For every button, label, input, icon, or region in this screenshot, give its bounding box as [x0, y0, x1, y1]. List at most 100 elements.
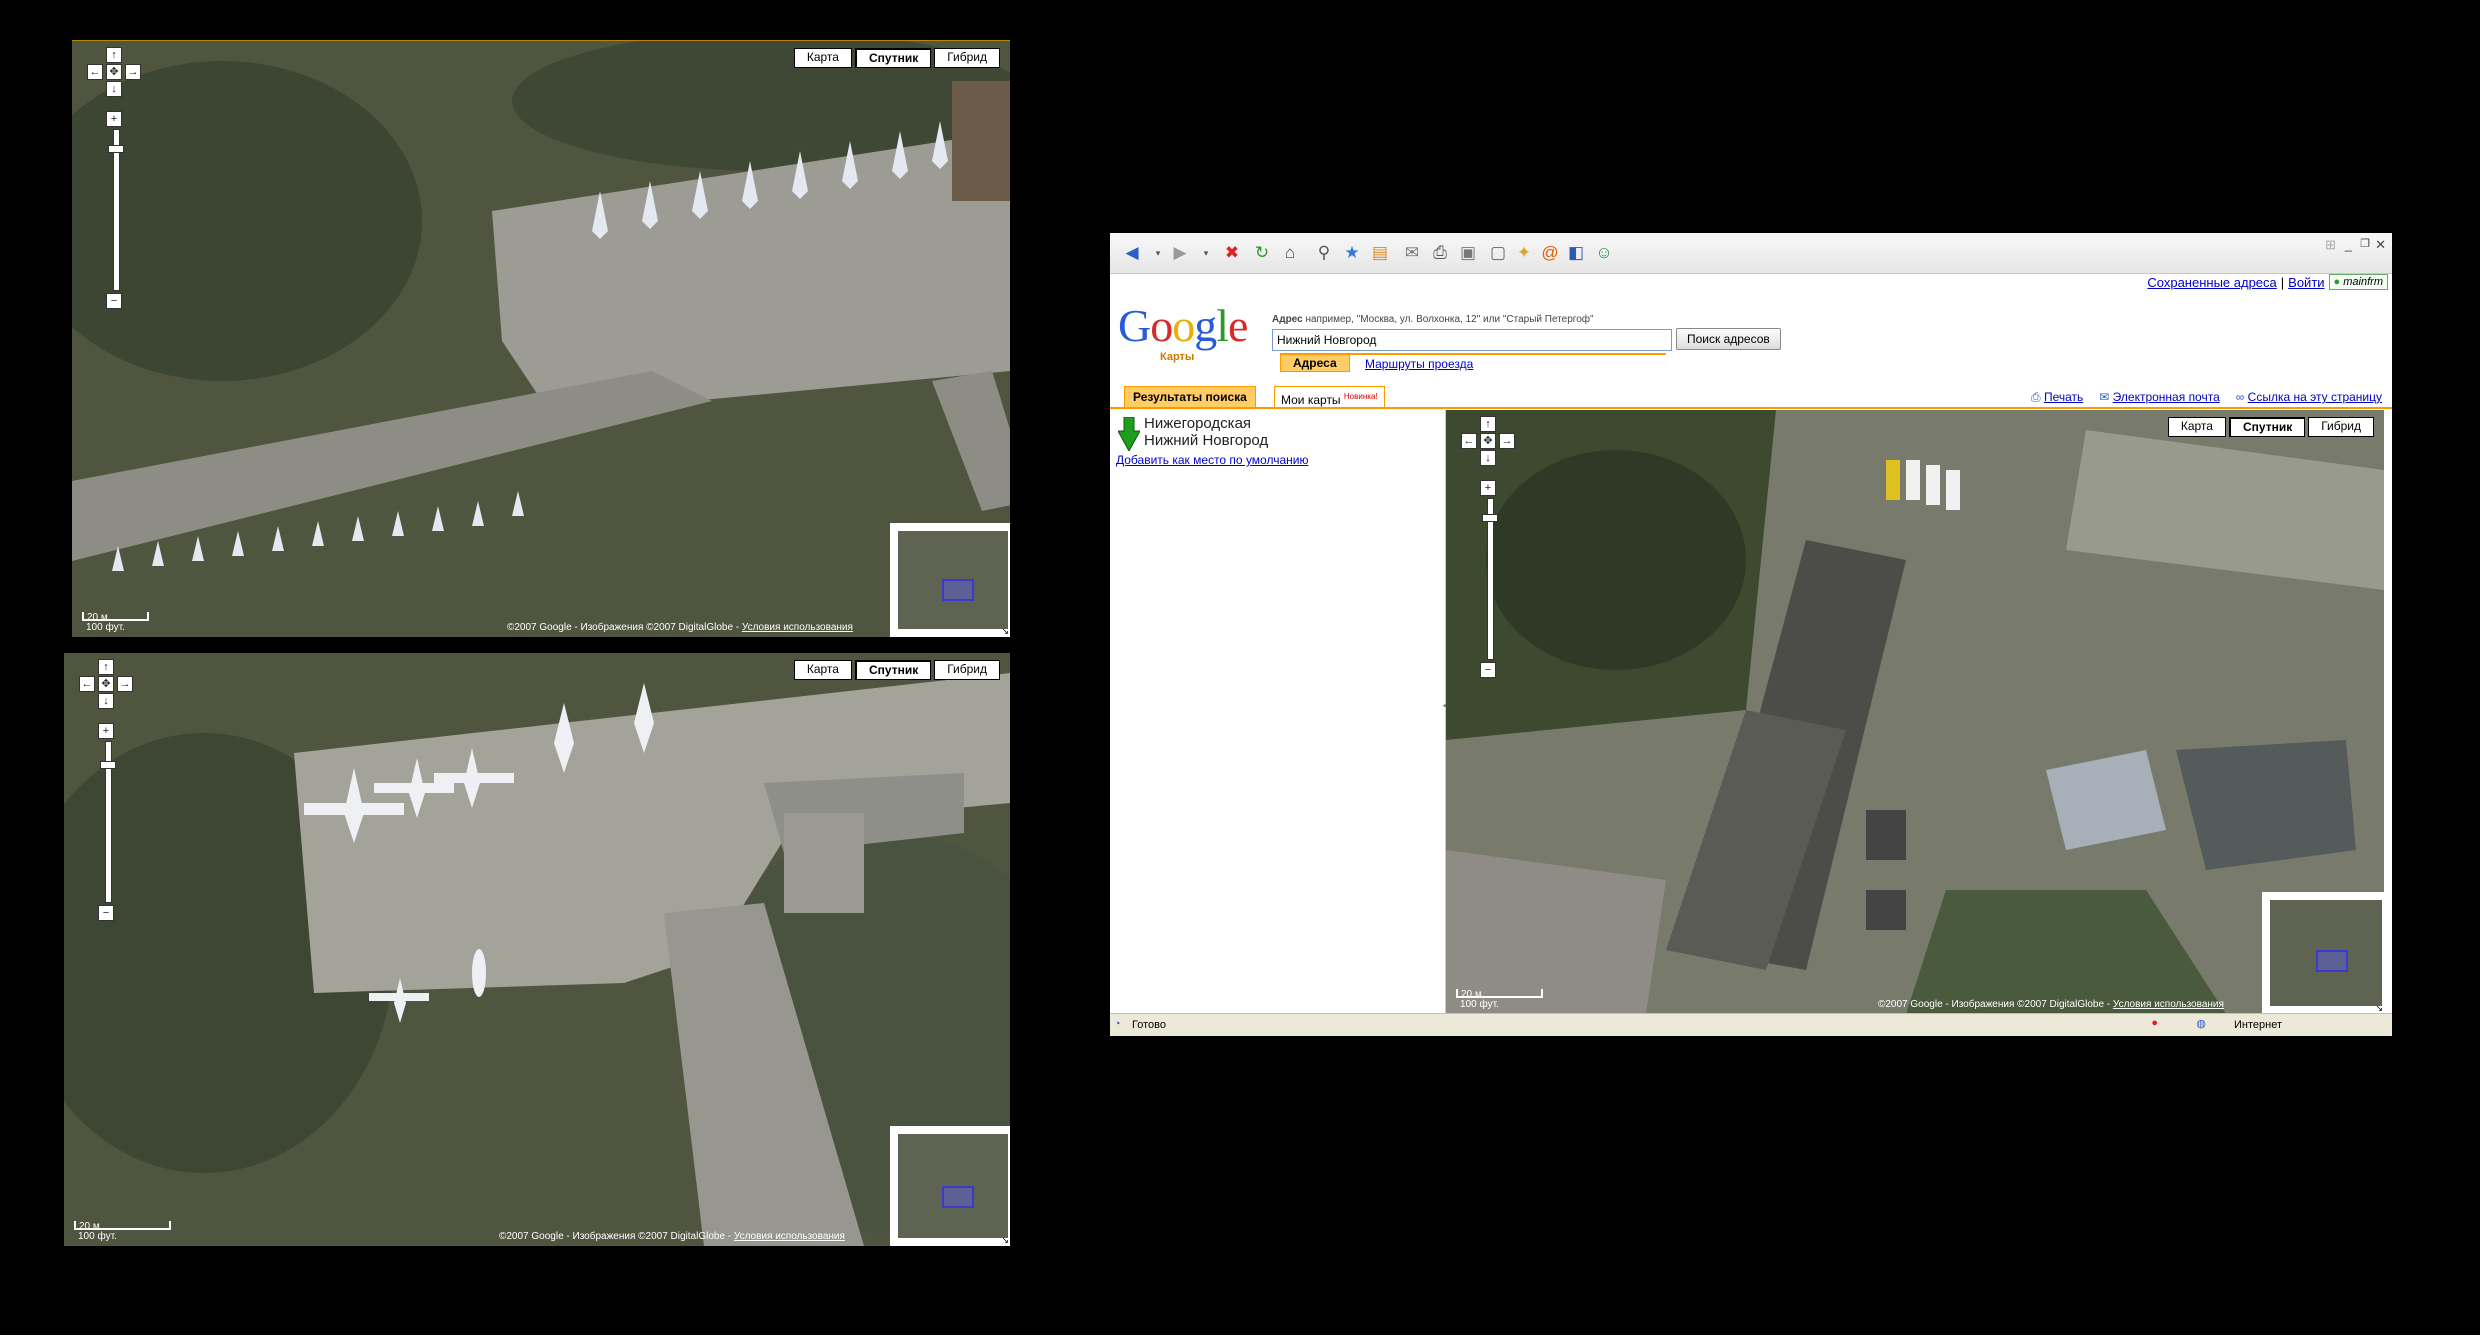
- top-links: Сохраненные адреса | Войти ● mainfrm: [2147, 274, 2388, 290]
- result-item[interactable]: Нижегородская Нижний Новгород: [1144, 415, 1268, 449]
- overview-toggle-icon[interactable]: ↘: [1001, 626, 1009, 637]
- search-icon[interactable]: ⚲: [1312, 241, 1336, 265]
- tab-my-maps[interactable]: Мои карты Новинка!: [1274, 386, 1385, 407]
- tab-search-results[interactable]: Результаты поиска: [1124, 386, 1256, 407]
- zoom-slider-track[interactable]: [113, 129, 120, 291]
- pan-left-icon[interactable]: ←: [79, 676, 95, 692]
- forward-icon[interactable]: ▶: [1168, 241, 1192, 265]
- map-type-map-button[interactable]: Карта: [793, 660, 852, 680]
- search-hint-row: Адрес например, "Москва, ул. Волхонка, 1…: [1272, 314, 1594, 325]
- zoom-in-icon[interactable]: +: [1480, 480, 1496, 496]
- history-icon[interactable]: ▤: [1368, 241, 1392, 265]
- pan-down-icon[interactable]: ↓: [98, 693, 114, 709]
- pan-right-icon[interactable]: →: [117, 676, 133, 692]
- print-action[interactable]: ⎙ Печать: [2031, 390, 2083, 405]
- pan-right-icon[interactable]: →: [125, 64, 141, 80]
- terms-link[interactable]: Условия использования: [742, 622, 853, 633]
- back-icon[interactable]: ◀: [1120, 241, 1144, 265]
- pan-center-icon[interactable]: ✥: [98, 676, 114, 692]
- map-type-map-button[interactable]: Карта: [793, 48, 852, 68]
- overview-viewport[interactable]: [942, 1186, 974, 1208]
- saved-addresses-link[interactable]: Сохраненные адреса: [2147, 275, 2276, 290]
- email-action[interactable]: ✉ Электронная почта: [2099, 390, 2220, 405]
- print-toolbar-icon[interactable]: ⎙: [1428, 241, 1452, 265]
- messenger-icon[interactable]: ☺: [1592, 241, 1616, 265]
- stop-icon[interactable]: ✖: [1220, 241, 1244, 265]
- mainfrm-badge[interactable]: ● mainfrm: [2328, 274, 2388, 290]
- bookmark-icon[interactable]: ✦: [1512, 241, 1536, 265]
- restore-icon[interactable]: ❐: [2360, 237, 2370, 250]
- overview-viewport[interactable]: [2316, 950, 2348, 972]
- new-badge: Новинка!: [1343, 392, 1378, 401]
- edit-icon[interactable]: ▣: [1456, 241, 1480, 265]
- back-dropdown-icon[interactable]: ▾: [1146, 241, 1170, 265]
- map-type-selector: Карта Спутник Гибрид: [2167, 417, 2374, 437]
- map-type-map-button[interactable]: Карта: [2167, 417, 2226, 437]
- pan-up-icon[interactable]: ↑: [1480, 416, 1496, 432]
- search-button[interactable]: Поиск адресов: [1676, 328, 1781, 350]
- at-mail-icon[interactable]: @: [1538, 241, 1562, 265]
- home-icon[interactable]: ⌂: [1278, 241, 1302, 265]
- favorites-icon[interactable]: ★: [1340, 241, 1364, 265]
- browser-toolbar: ◀ ▾ ▶ ▾ ✖ ↻ ⌂ ⚲ ★ ▤ ✉ ⎙ ▣ ▢ ✦ @ ◧ ☺ ⊞ _ …: [1110, 233, 2392, 274]
- status-text: Готово: [1132, 1019, 1166, 1031]
- zoom-in-icon[interactable]: +: [106, 111, 122, 127]
- zoom-slider-knob[interactable]: [1482, 514, 1498, 522]
- zoom-out-icon[interactable]: −: [98, 905, 114, 921]
- map-type-hybrid-button[interactable]: Гибрид: [934, 48, 1000, 68]
- map-type-hybrid-button[interactable]: Гибрид: [2308, 417, 2374, 437]
- map-type-satellite-button[interactable]: Спутник: [854, 660, 932, 680]
- terms-link[interactable]: Условия использования: [2113, 999, 2224, 1010]
- refresh-icon[interactable]: ↻: [1250, 241, 1274, 265]
- zoom-out-icon[interactable]: −: [106, 293, 122, 309]
- tools-icon[interactable]: ◧: [1564, 241, 1588, 265]
- overview-toggle-icon[interactable]: ↘: [1001, 1235, 1009, 1246]
- terms-link[interactable]: Условия использования: [734, 1231, 845, 1242]
- pan-center-icon[interactable]: ✥: [106, 64, 122, 80]
- overview-map[interactable]: ↘: [890, 1126, 1010, 1246]
- pan-right-icon[interactable]: →: [1499, 433, 1515, 449]
- forward-dropdown-icon[interactable]: ▾: [1194, 241, 1218, 265]
- link-action[interactable]: ∞ Ссылка на эту страницу: [2236, 390, 2382, 405]
- zoom-slider-knob[interactable]: [108, 145, 124, 153]
- tab-addresses[interactable]: Адреса: [1280, 355, 1350, 372]
- scale-metric: 20 м: [74, 1221, 171, 1232]
- satellite-view-2[interactable]: Карта Спутник Гибрид ↑ ← ✥ → ↓ + − 20 м …: [64, 653, 1010, 1246]
- status-bar: ◔ Готово ● ◍ Интернет: [1110, 1013, 2392, 1036]
- internet-zone-icon: ◍: [2196, 1018, 2206, 1030]
- satellite-view-browser[interactable]: Карта Спутник Гибрид ↑ ← ✥ → ↓ + − 20 м …: [1446, 410, 2384, 1014]
- pan-left-icon[interactable]: ←: [1461, 433, 1477, 449]
- zoom-slider-track[interactable]: [1487, 498, 1494, 660]
- tab-directions[interactable]: Маршруты проезда: [1365, 357, 1473, 371]
- search-input[interactable]: [1272, 329, 1672, 351]
- zoom-in-icon[interactable]: +: [98, 723, 114, 739]
- popup-blocker-icon[interactable]: ●: [2151, 1017, 2158, 1029]
- close-icon[interactable]: ✕: [2375, 237, 2386, 253]
- satellite-view-1[interactable]: Карта Спутник Гибрид ↑ ← ✥ → ↓ + − 20 м …: [72, 40, 1010, 637]
- pan-up-icon[interactable]: ↑: [106, 47, 122, 63]
- overview-map[interactable]: ↘: [890, 523, 1010, 637]
- login-link[interactable]: Войти: [2288, 275, 2324, 290]
- copyright-notice: ©2007 Google - Изображения ©2007 Digital…: [499, 1231, 845, 1242]
- minimize-icon[interactable]: _: [2345, 237, 2352, 252]
- green-arrow-icon[interactable]: [1118, 417, 1140, 451]
- search-label: Адрес: [1272, 314, 1303, 325]
- printer-icon: ⎙: [2031, 390, 2041, 404]
- pan-left-icon[interactable]: ←: [87, 64, 103, 80]
- page-icon[interactable]: ▢: [1486, 241, 1510, 265]
- pan-up-icon[interactable]: ↑: [98, 659, 114, 675]
- pan-down-icon[interactable]: ↓: [106, 81, 122, 97]
- zoom-slider-knob[interactable]: [100, 761, 116, 769]
- pan-center-icon[interactable]: ✥: [1480, 433, 1496, 449]
- scale-imperial: 100 фут.: [86, 622, 125, 633]
- google-logo[interactable]: Google: [1118, 303, 1248, 349]
- zoom-out-icon[interactable]: −: [1480, 662, 1496, 678]
- pan-down-icon[interactable]: ↓: [1480, 450, 1496, 466]
- overview-viewport[interactable]: [942, 579, 974, 601]
- set-default-link[interactable]: Добавить как место по умолчанию: [1116, 453, 1308, 467]
- map-type-hybrid-button[interactable]: Гибрид: [934, 660, 1000, 680]
- map-type-satellite-button[interactable]: Спутник: [2228, 417, 2306, 437]
- map-type-satellite-button[interactable]: Спутник: [854, 48, 932, 68]
- overview-map[interactable]: ↘: [2262, 892, 2384, 1014]
- mail-icon[interactable]: ✉: [1400, 241, 1424, 265]
